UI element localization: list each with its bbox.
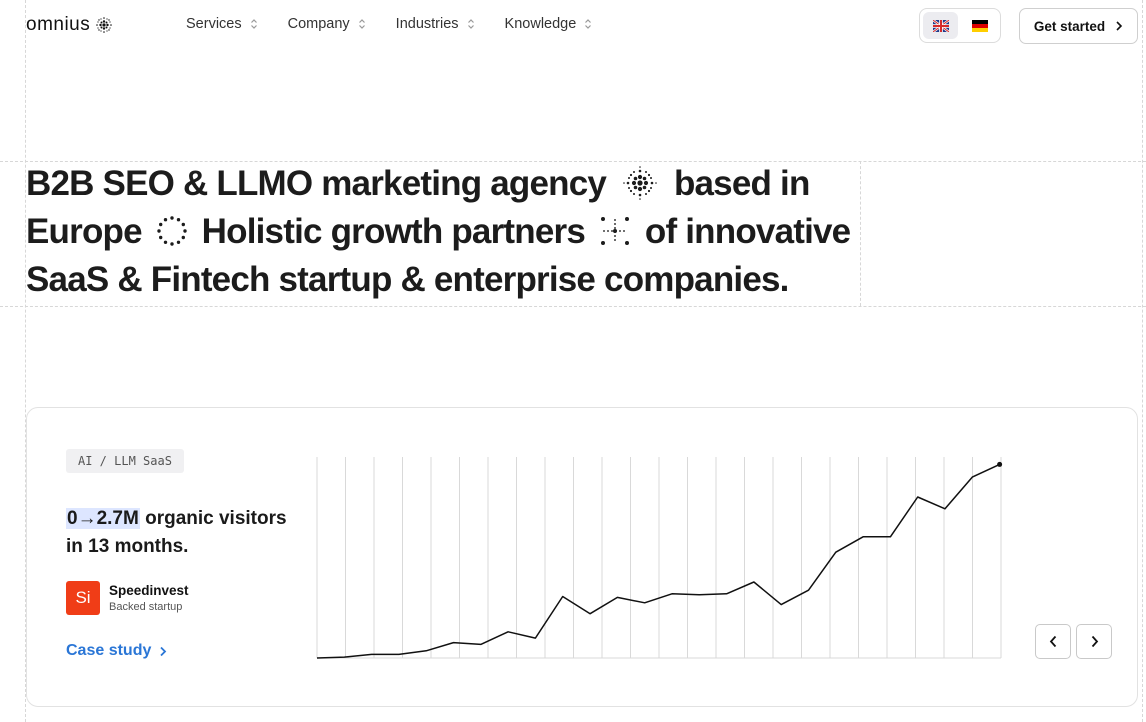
omnius-logo[interactable]: omnius bbox=[26, 14, 114, 36]
get-started-button[interactable]: Get started bbox=[1019, 8, 1138, 44]
germany-flag-icon bbox=[971, 19, 988, 32]
company-subtitle: Backed startup bbox=[109, 601, 183, 613]
nav-item-services[interactable]: Services bbox=[186, 16, 258, 32]
hero-text: Holistic growth partners bbox=[201, 212, 586, 251]
language-option-de[interactable] bbox=[962, 12, 997, 39]
case-study-label: Case study bbox=[66, 642, 152, 659]
hero-text: B2B SEO & LLMO marketing agency bbox=[26, 164, 607, 203]
highlight-metric: 0→2.7M bbox=[66, 508, 140, 529]
nav-item-label: Services bbox=[186, 16, 242, 32]
case-headline: 0→2.7M organic visitors in 13 months. bbox=[66, 505, 306, 561]
chevron-updown-icon bbox=[250, 19, 257, 29]
previous-button[interactable] bbox=[1035, 624, 1071, 659]
next-button[interactable] bbox=[1076, 624, 1112, 659]
chevron-right-icon bbox=[1091, 635, 1098, 648]
chart-series-line bbox=[316, 463, 1000, 659]
company-name: Speedinvest bbox=[109, 583, 189, 598]
chevron-updown-icon bbox=[585, 19, 592, 29]
dot-sphere-icon bbox=[96, 17, 113, 33]
uk-flag-icon bbox=[932, 19, 949, 32]
nav-item-label: Knowledge bbox=[504, 16, 577, 32]
nav-item-knowledge[interactable]: Knowledge bbox=[505, 16, 593, 32]
language-switcher bbox=[919, 8, 1001, 43]
dotted-circle-icon bbox=[157, 216, 187, 246]
dot-sphere-icon bbox=[623, 165, 657, 200]
logo-wordmark: omnius bbox=[26, 14, 91, 35]
growth-chart bbox=[316, 457, 1003, 659]
nav-item-industries[interactable]: Industries bbox=[396, 16, 475, 32]
guide-line bbox=[1142, 0, 1143, 722]
chevron-updown-icon bbox=[467, 19, 474, 29]
chevron-left-icon bbox=[1049, 635, 1056, 648]
chevron-updown-icon bbox=[358, 19, 365, 29]
company-logo: Si bbox=[66, 581, 100, 615]
chevron-right-icon bbox=[160, 646, 167, 656]
main-nav: Services Company Industries Knowledge bbox=[186, 16, 592, 32]
guide-line bbox=[0, 306, 1146, 307]
chevron-right-icon bbox=[1116, 21, 1123, 31]
nav-item-label: Industries bbox=[395, 16, 459, 32]
case-study-link[interactable]: Case study bbox=[66, 642, 167, 660]
hero-heading: B2B SEO & LLMO marketing agency based in… bbox=[26, 160, 860, 304]
nav-item-company[interactable]: Company bbox=[288, 16, 366, 32]
guide-line bbox=[860, 161, 861, 306]
category-tag: AI / LLM SaaS bbox=[66, 449, 184, 473]
nav-item-label: Company bbox=[287, 16, 350, 32]
dot-grid-icon bbox=[600, 216, 629, 245]
chart-end-point bbox=[997, 461, 1003, 467]
language-option-en[interactable] bbox=[923, 12, 958, 39]
carousel-controls bbox=[1035, 624, 1112, 659]
get-started-label: Get started bbox=[1033, 18, 1106, 34]
company-info: Si Speedinvest Backed startup bbox=[66, 581, 189, 615]
